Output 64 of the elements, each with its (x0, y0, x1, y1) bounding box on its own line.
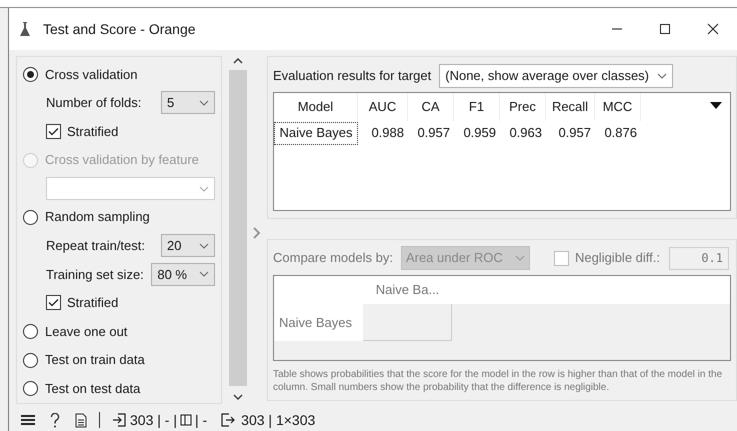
column-header[interactable]: CA (408, 93, 454, 121)
radio-button[interactable] (23, 324, 38, 339)
column-header[interactable]: Prec (500, 93, 546, 121)
table-cell-text: 0.876 (603, 124, 638, 142)
dropdown[interactable]: 5 (161, 91, 215, 114)
table-cell-text: 0.988 (370, 124, 405, 142)
column-header[interactable]: Recall (546, 93, 595, 121)
scroll-up-icon[interactable] (233, 58, 243, 64)
radio-label[interactable]: Test on train data (45, 350, 145, 370)
chevron-down-icon (199, 271, 209, 278)
field-label: Training set size: (46, 266, 144, 284)
chevron-down-icon (514, 255, 525, 261)
dropdown[interactable]: 80 % (151, 262, 215, 286)
column-header[interactable]: MCC (595, 93, 641, 121)
compare-label: Compare models by: (273, 249, 393, 268)
checkbox[interactable] (46, 295, 61, 310)
table-cell-text: 0.957 (557, 124, 592, 142)
radio-label[interactable]: Random sampling (45, 207, 150, 227)
chevron-down-icon (199, 100, 209, 106)
radio-label[interactable]: Test on test data (45, 378, 140, 398)
scroll-down-icon[interactable] (233, 394, 243, 400)
column-header[interactable]: AUC (358, 93, 408, 121)
menu-icon[interactable] (21, 414, 35, 426)
radio-button[interactable] (23, 66, 38, 82)
note-text: Table shows probabilities that the score for the model in the row is higher than that of the model in the column. Small numbers show the probability that the difference is negligible. (273, 368, 724, 394)
model-cell[interactable]: Naive Bayes (274, 122, 358, 144)
column-header[interactable]: Model (274, 93, 358, 121)
chevron-down-icon (199, 186, 209, 192)
output-summary: 303 | 1×303 (241, 410, 316, 430)
checkbox-label[interactable]: Stratified (67, 122, 118, 142)
row-header: Naive Bayes (274, 304, 363, 341)
dropdown[interactable]: 20 (161, 234, 215, 258)
maximize-icon[interactable] (659, 23, 671, 35)
column-header: Naive Ba... (374, 281, 440, 300)
target-dropdown[interactable]: (None, show average over classes) (439, 64, 674, 88)
chevron-down-icon (199, 242, 209, 249)
radio-label[interactable]: Cross validation (45, 64, 138, 84)
target-label: Evaluation results for target (273, 67, 432, 86)
document-icon[interactable] (75, 412, 87, 428)
window-title: Test and Score - Orange (43, 20, 196, 39)
table-icon (180, 414, 192, 426)
flask-icon (19, 21, 31, 37)
checkbox-label[interactable]: Stratified (67, 293, 118, 313)
table-summary: | - (194, 410, 208, 430)
field-label: Number of folds: (46, 94, 142, 112)
input-icon (112, 413, 126, 427)
table-cell-text: 0.963 (508, 124, 543, 142)
radio-button[interactable] (23, 210, 38, 225)
radio-label[interactable]: Leave one out (45, 322, 128, 342)
help-icon[interactable] (50, 412, 60, 428)
output-icon (221, 413, 236, 427)
sort-arrow-icon[interactable] (710, 102, 722, 109)
radio-button[interactable] (23, 381, 38, 396)
chevron-down-icon (657, 73, 668, 79)
table-cell-text: 0.959 (462, 124, 497, 142)
table-cell-text: 0.957 (416, 124, 451, 142)
input-summary: 303 | - | (130, 410, 177, 430)
scrollbar-track[interactable] (229, 70, 247, 386)
column-header[interactable]: F1 (454, 93, 500, 121)
negligible-label: Negligible diff.: (574, 249, 660, 268)
field-label: Repeat train/test: (46, 237, 145, 255)
checkbox[interactable] (46, 124, 61, 139)
close-icon[interactable] (707, 23, 719, 35)
radio-button[interactable] (23, 352, 38, 368)
